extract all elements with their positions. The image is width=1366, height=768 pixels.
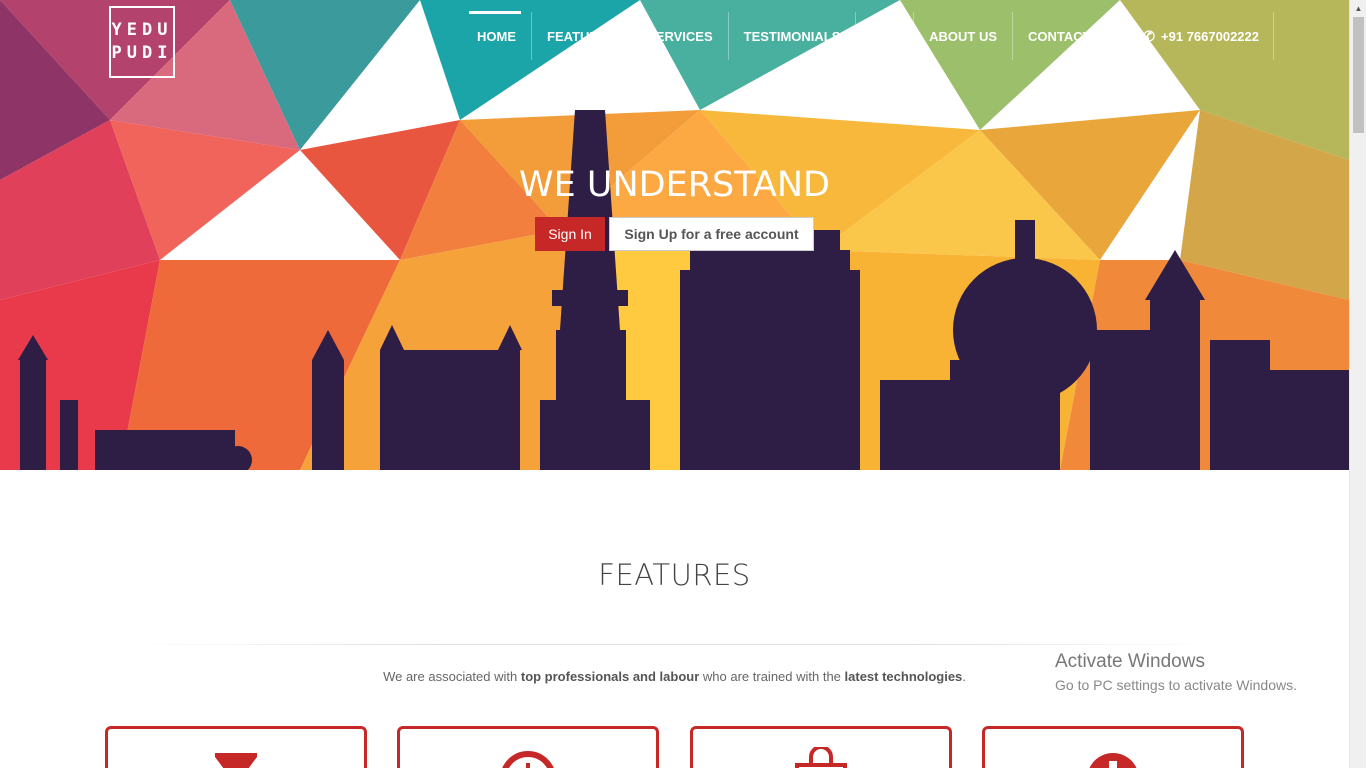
phone-icon: ✆ [1143,27,1156,44]
windows-activation-title: Activate Windows [1055,651,1205,672]
desc-bold-1: top professionals and labour [520,669,700,684]
nav-item-contact-us[interactable]: CONTACT US [1013,12,1129,60]
hero-title: WE UNDERSTAND [519,165,830,205]
feature-card[interactable] [105,726,367,768]
hourglass-icon [215,753,257,768]
features-heading: FEATURES [598,558,751,592]
feature-card[interactable] [397,726,659,768]
nav-item-about-us[interactable]: ABOUT US [914,12,1014,60]
nav-item-features[interactable]: FEATURES [532,12,633,60]
desc-bold-2: latest technologies [844,669,963,684]
desc-text-3: . [962,669,966,684]
desc-text-2: who are trained with the [699,669,845,684]
logo-line-1: YEDU [111,20,173,40]
feature-card[interactable] [982,726,1244,768]
nav-item-testimonials[interactable]: TESTIMONIALS [729,12,857,60]
nav-item-home[interactable]: HOME [462,11,532,60]
clock-icon [502,751,554,768]
nav-item-services[interactable]: SERVICES [632,12,729,60]
main-nav: HOME FEATURES SERVICES TESTIMONIALS FAQ … [462,11,1274,60]
section-divider [130,644,1220,645]
phone-number: +91 7667002222 [1161,28,1259,44]
windows-activation-subtitle: Go to PC settings to activate Windows. [1055,677,1297,693]
nav-item-faq[interactable]: FAQ [856,12,915,60]
feature-card[interactable] [690,726,952,768]
sign-up-button[interactable]: Sign Up for a free account [609,217,814,251]
scroll-up-arrow-icon[interactable]: ▲ [1350,0,1366,17]
hero-banner: YEDU PUDI HOME FEATURES SERVICES TESTIMO… [0,0,1349,470]
shopping-bag-icon [795,747,847,768]
desc-text-1: We are associated with [383,669,521,684]
chart-icon [1089,753,1137,768]
scroll-thumb[interactable] [1353,17,1364,133]
vertical-scrollbar[interactable]: ▲ [1349,0,1366,768]
nav-item-phone[interactable]: ✆ +91 7667002222 [1128,12,1274,60]
logo-line-2: PUDI [111,43,173,63]
sign-in-button[interactable]: Sign In [535,217,605,251]
site-logo[interactable]: YEDU PUDI [109,6,175,78]
